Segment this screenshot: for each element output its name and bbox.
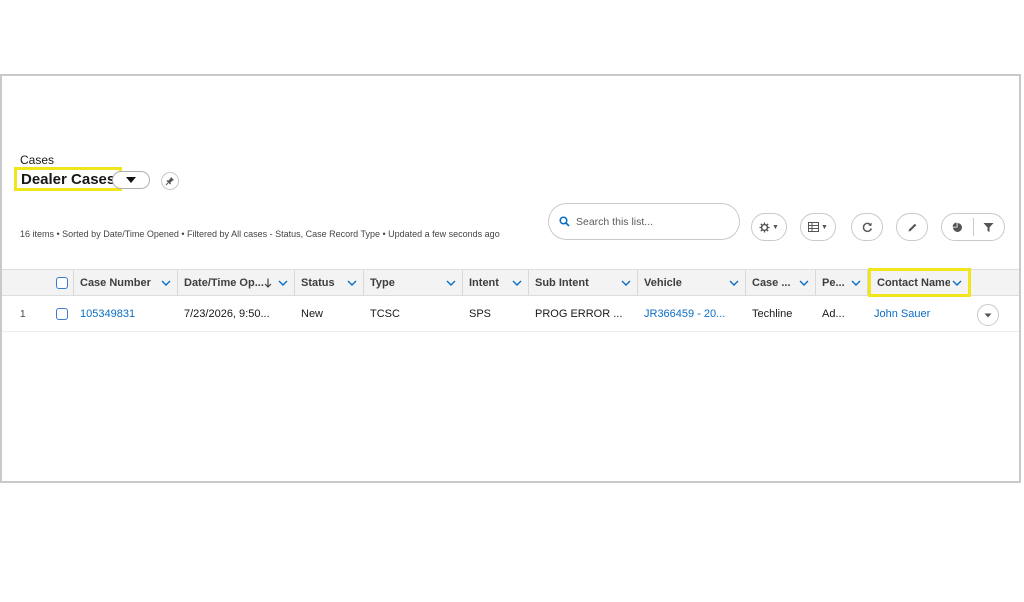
type-cell: TCSC: [370, 308, 400, 320]
intent-cell: SPS: [469, 308, 492, 320]
refresh-icon: [862, 222, 872, 232]
column-label: Type: [370, 276, 395, 289]
column-header-pe[interactable]: Pe...: [816, 270, 868, 295]
case-origin-cell: Techline: [752, 308, 793, 320]
date-opened-cell: 7/23/2026, 9:50...: [184, 308, 270, 320]
caret-down-icon: [984, 313, 992, 317]
contact-name-link[interactable]: John Sauer: [874, 296, 966, 332]
chevron-down-icon[interactable]: [159, 276, 173, 290]
search-placeholder: Search this list...: [576, 215, 654, 228]
object-label: Cases: [20, 153, 55, 167]
column-header-status[interactable]: Status: [295, 270, 364, 295]
chart-filter-button-group: [941, 213, 1005, 241]
sub-intent-cell: PROG ERROR ...: [535, 308, 623, 320]
list-view-container: Cases Dealer Cases 16 items • Sorted by …: [0, 74, 1021, 483]
chevron-down-icon[interactable]: [849, 276, 863, 290]
column-label: Status: [301, 276, 335, 289]
column-label: Intent: [469, 276, 499, 289]
column-header-case-origin[interactable]: Case ...: [746, 270, 816, 295]
column-label: Pe...: [822, 276, 845, 289]
search-input[interactable]: Search this list...: [548, 203, 740, 240]
select-all-cell: [50, 270, 74, 295]
column-label: Vehicle: [644, 276, 682, 289]
caret-down-icon: [126, 177, 136, 183]
gear-icon: [759, 221, 770, 233]
column-header-date-opened[interactable]: Date/Time Op...: [178, 270, 295, 295]
status-cell: New: [301, 308, 324, 320]
pin-icon: [165, 177, 174, 186]
arrow-down-icon: [264, 278, 272, 288]
refresh-button[interactable]: [851, 213, 883, 241]
column-header-type[interactable]: Type: [364, 270, 463, 295]
filter-icon: [983, 222, 994, 232]
table-row[interactable]: 1 105349831 7/23/2026, 9:50... New TCSC …: [2, 296, 1019, 332]
pe-cell: Ad...: [822, 308, 845, 320]
select-all-checkbox[interactable]: [56, 276, 68, 289]
column-label: Date/Time Op...: [184, 276, 264, 289]
chevron-down-icon[interactable]: [950, 276, 964, 290]
list-view-picker-button[interactable]: [112, 171, 150, 189]
inline-edit-button[interactable]: [896, 213, 928, 241]
list-meta-info: 16 items • Sorted by Date/Time Opened • …: [20, 229, 500, 239]
chevron-down-icon[interactable]: [444, 276, 458, 290]
chevron-down-icon: ▼: [821, 223, 828, 231]
column-header-case-number[interactable]: Case Number: [74, 270, 178, 295]
row-checkbox[interactable]: [56, 308, 68, 320]
chevron-down-icon: ▼: [772, 223, 779, 231]
chevron-down-icon[interactable]: [619, 276, 633, 290]
column-header-intent[interactable]: Intent: [463, 270, 529, 295]
table-icon: [808, 222, 820, 232]
table-header: Case Number Date/Time Op... Status Type …: [2, 268, 1019, 297]
pin-list-button[interactable]: [161, 172, 179, 190]
pie-chart-icon: [952, 222, 962, 232]
chevron-down-icon[interactable]: [797, 276, 811, 290]
filter-button[interactable]: [974, 214, 1005, 240]
search-icon: [559, 216, 570, 227]
column-label: Case Number: [80, 276, 151, 289]
column-header-vehicle[interactable]: Vehicle: [638, 270, 746, 295]
row-select-cell: [56, 296, 68, 332]
chevron-down-icon[interactable]: [345, 276, 359, 290]
vehicle-link[interactable]: JR366459 - 20...: [644, 296, 740, 332]
column-label: Case ...: [752, 276, 791, 289]
column-label: Contact Name: [877, 276, 950, 289]
chevron-down-icon[interactable]: [510, 276, 524, 290]
pencil-icon: [908, 223, 916, 231]
list-view-title-highlight: Dealer Cases: [14, 167, 123, 191]
list-view-title[interactable]: Dealer Cases: [21, 171, 115, 188]
show-charts-button[interactable]: [942, 214, 973, 240]
row-number: 1: [20, 308, 26, 320]
row-actions-button[interactable]: [977, 304, 999, 326]
list-settings-button[interactable]: ▼: [751, 213, 787, 241]
column-header-sub-intent[interactable]: Sub Intent: [529, 270, 638, 295]
column-header-contact-name[interactable]: Contact Name: [868, 268, 971, 297]
case-number-link[interactable]: 105349831: [80, 296, 172, 332]
column-label: Sub Intent: [535, 276, 589, 289]
display-as-table-button[interactable]: ▼: [800, 213, 836, 241]
chevron-down-icon[interactable]: [727, 276, 741, 290]
chevron-down-icon[interactable]: [276, 276, 290, 290]
